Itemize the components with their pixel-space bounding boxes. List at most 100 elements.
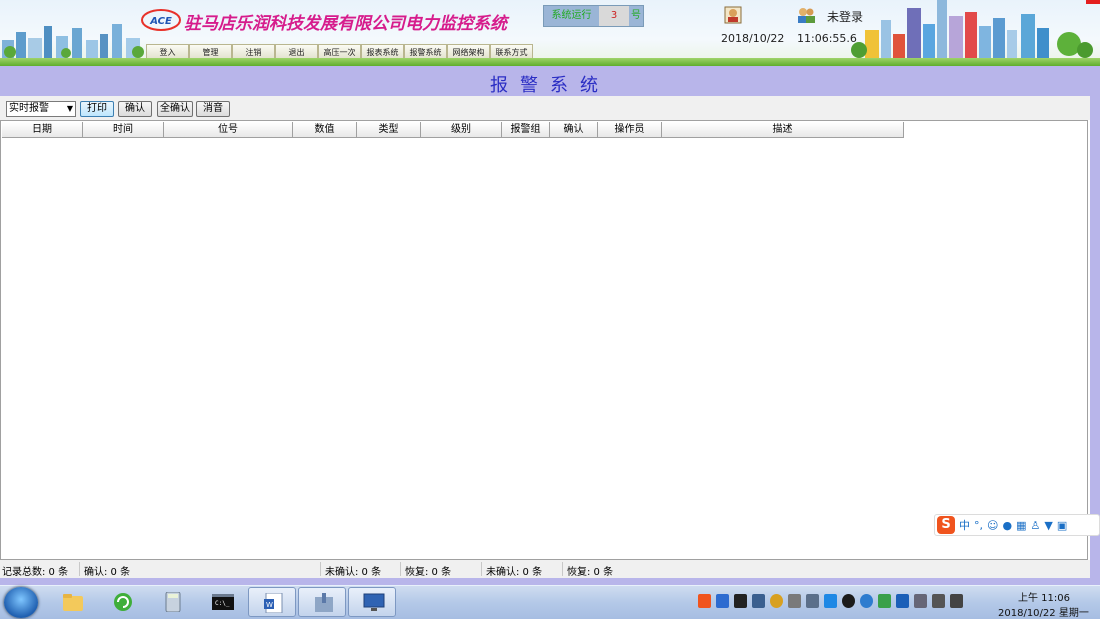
logo-text: ACE: [149, 16, 172, 27]
user-icon[interactable]: [724, 6, 742, 24]
frame-border-bottom: [0, 578, 1100, 585]
microphone-icon[interactable]: ●: [1002, 519, 1012, 532]
column-header-type[interactable]: 类型: [357, 122, 421, 138]
taskbar-app-installer[interactable]: [298, 587, 346, 617]
clock-date[interactable]: 2018/10/22 星期一: [998, 604, 1089, 619]
title-band: 报警系统: [0, 66, 1100, 96]
grid-menu-icon[interactable]: ▣: [1057, 519, 1067, 532]
system-tray: [698, 594, 963, 612]
nav-manage[interactable]: 管理: [189, 44, 232, 59]
nav-report-system[interactable]: 报表系统: [361, 44, 404, 59]
skyline-right-decoration: [851, 0, 1093, 58]
confirm-all-button[interactable]: 全确认: [157, 101, 193, 117]
users-icon[interactable]: [796, 6, 816, 24]
ime-punctuation[interactable]: °,: [974, 519, 983, 532]
confirm-button[interactable]: 确认: [118, 101, 152, 117]
taskbar-app-refresh[interactable]: [98, 587, 146, 617]
page-title: 报警系统: [490, 75, 610, 96]
print-button[interactable]: 打印: [80, 101, 114, 117]
column-header-tag[interactable]: 位号: [164, 122, 293, 138]
usb-icon[interactable]: [806, 594, 819, 608]
status-count: 3: [599, 6, 629, 26]
column-header-description[interactable]: 描述: [662, 122, 904, 138]
qq-icon[interactable]: [824, 594, 837, 608]
keyboard-icon[interactable]: ▦: [1016, 519, 1026, 532]
ime-mode[interactable]: 中: [959, 517, 970, 533]
nav-high-voltage[interactable]: 高压一次: [318, 44, 361, 59]
close-icon[interactable]: [1086, 0, 1100, 4]
taskbar-app-cmd[interactable]: C:\_: [198, 587, 246, 617]
bluetooth-icon[interactable]: [896, 594, 909, 608]
alarm-mode-value: 实时报警: [9, 103, 49, 114]
taskbar-app-calculator[interactable]: [148, 587, 196, 617]
word-icon: W: [264, 593, 283, 613]
refresh-icon: [114, 593, 132, 611]
start-button[interactable]: [4, 587, 38, 618]
header-banner: ACE 驻马店乐润科技发展有限公司电力监控系统 登入 管理 注销 退出 高压一次…: [0, 0, 1100, 66]
svg-text:C:\_: C:\_: [215, 600, 230, 607]
status-separator: [400, 562, 401, 576]
status-separator: [481, 562, 482, 576]
monitor-tray-icon[interactable]: [752, 594, 765, 608]
skyline-left-decoration: [2, 24, 144, 58]
mute-button[interactable]: 消音: [196, 101, 230, 117]
skin-icon[interactable]: ▼: [1044, 519, 1052, 532]
nav-exit[interactable]: 退出: [275, 44, 318, 59]
network-app-icon[interactable]: [716, 594, 729, 608]
cmd-icon: C:\_: [212, 594, 234, 610]
alarm-table[interactable]: 日期 时间 位号 数值 类型 级别 报警组 确认 操作员 描述: [0, 120, 1088, 560]
status-separator: [320, 562, 321, 576]
calculator-icon: [165, 592, 181, 612]
nav-contact[interactable]: 联系方式: [490, 44, 533, 59]
status-recovered-2: 恢复: 0 条: [567, 567, 614, 578]
column-header-confirm[interactable]: 确认: [550, 122, 598, 138]
display-icon[interactable]: [734, 594, 747, 608]
column-header-level[interactable]: 级别: [421, 122, 502, 138]
sogou-tray-icon[interactable]: [698, 594, 711, 608]
header-divider: [0, 58, 1100, 66]
status-recovered: 恢复: 0 条: [405, 567, 452, 578]
monitor-app-icon: [363, 593, 385, 611]
svg-text:W: W: [266, 601, 273, 609]
installer-icon: [315, 593, 333, 612]
column-header-time[interactable]: 时间: [83, 122, 164, 138]
chevron-down-icon: ▼: [66, 104, 73, 113]
nav-logout[interactable]: 注销: [232, 44, 275, 59]
status-unconfirmed-2: 未确认: 0 条: [486, 567, 543, 578]
alarm-mode-select[interactable]: 实时报警 ▼: [6, 101, 76, 117]
user-icon[interactable]: ♙: [1030, 519, 1040, 532]
signal-icon[interactable]: [932, 594, 945, 608]
column-header-alarm-group[interactable]: 报警组: [502, 122, 550, 138]
system-status-indicator: 系统运行 3 号: [543, 5, 644, 27]
cloud-icon[interactable]: [860, 594, 873, 608]
shield-icon[interactable]: [878, 594, 891, 608]
column-header-value[interactable]: 数值: [293, 122, 357, 138]
explorer-icon: [63, 594, 83, 611]
clock-time[interactable]: 上午 11:06: [1018, 589, 1070, 604]
device-icon[interactable]: [788, 594, 801, 608]
column-header-date[interactable]: 日期: [2, 122, 83, 138]
alarm-status-bar: 记录总数: 0 条 确认: 0 条 未确认: 0 条 恢复: 0 条 未确认: …: [0, 560, 1090, 578]
nav-alarm-system[interactable]: 报警系统: [404, 44, 447, 59]
status-separator: [562, 562, 563, 576]
ace-logo: ACE: [141, 9, 181, 31]
ime-toolbar[interactable]: S 中 °, ☺ ● ▦ ♙ ▼ ▣: [934, 514, 1100, 536]
taskbar-app-word[interactable]: W: [248, 587, 296, 617]
company-title: 驻马店乐润科技发展有限公司电力监控系统: [184, 14, 507, 34]
nav-login[interactable]: 登入: [146, 44, 189, 59]
status-suffix: 号: [629, 6, 643, 26]
column-header-operator[interactable]: 操作员: [598, 122, 662, 138]
penguin-icon[interactable]: [842, 594, 855, 608]
emoji-icon[interactable]: ☺: [987, 519, 998, 532]
taskbar-app-explorer[interactable]: [48, 587, 96, 617]
nav-network[interactable]: 网络架构: [447, 44, 490, 59]
login-status: 未登录: [827, 10, 864, 24]
frame-border-right: [1090, 96, 1100, 578]
touch-icon[interactable]: [914, 594, 927, 608]
taskbar-app-monitor[interactable]: [348, 587, 396, 617]
volume-icon[interactable]: [950, 594, 963, 608]
status-total: 记录总数: 0 条: [2, 567, 69, 578]
table-header-row: 日期 时间 位号 数值 类型 级别 报警组 确认 操作员 描述: [2, 122, 904, 138]
security-icon[interactable]: [770, 594, 783, 608]
sogou-ime-icon[interactable]: S: [937, 516, 955, 534]
